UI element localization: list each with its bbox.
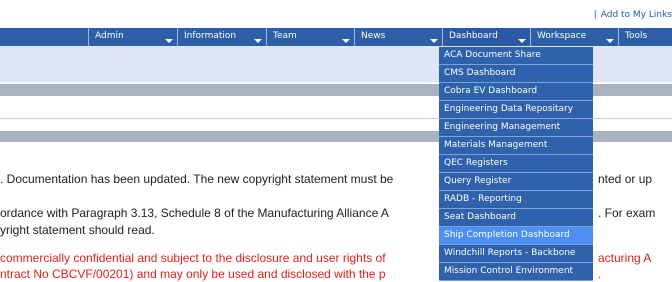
- menu-item-query-register[interactable]: Query Register: [439, 173, 593, 191]
- menu-item-ship-completion-dashboard[interactable]: Ship Completion Dashboard: [439, 227, 593, 245]
- main-nav-bar: Admin Information Team News Dashboard Wo…: [0, 28, 672, 46]
- nav-menu-news-label: News: [361, 31, 386, 41]
- nav-menu-admin[interactable]: Admin: [88, 28, 177, 46]
- chevron-down-icon: [254, 39, 262, 43]
- confidential-line-2-continued: .: [598, 267, 602, 281]
- nav-menu-tools[interactable]: Tools: [618, 28, 672, 46]
- confidential-line-2: ntract No CBCVF/00201) and may only be u…: [0, 267, 386, 281]
- menu-item-aca-document-share[interactable]: ACA Document Share: [439, 47, 593, 65]
- notice-line-2-continued: . For exam: [598, 206, 656, 220]
- nav-menu-team[interactable]: Team: [266, 28, 354, 46]
- notice-line-3: yright statement should read.: [0, 223, 155, 237]
- nav-menu-tools-label: Tools: [625, 31, 648, 41]
- chevron-down-icon: [606, 39, 614, 43]
- dashboard-dropdown-menu: ACA Document Share CMS Dashboard Cobra E…: [439, 47, 593, 281]
- nav-menu-workspace[interactable]: Workspace: [530, 28, 618, 46]
- menu-item-materials-management[interactable]: Materials Management: [439, 137, 593, 155]
- menu-item-radb-reporting[interactable]: RADB - Reporting: [439, 191, 593, 209]
- menu-item-cobra-ev-dashboard[interactable]: Cobra EV Dashboard: [439, 83, 593, 101]
- menu-item-mission-control-environment[interactable]: Mission Control Environment: [439, 263, 593, 281]
- add-to-my-links-link[interactable]: Add to My Links: [601, 10, 672, 20]
- notice-line-2: ordance with Paragraph 3.13, Schedule 8 …: [0, 206, 389, 220]
- menu-item-engineering-data-repositary[interactable]: Engineering Data Repositary: [439, 101, 593, 119]
- top-links: | Add to My Links: [594, 10, 672, 20]
- nav-menu-team-label: Team: [273, 31, 297, 41]
- chevron-down-icon: [518, 39, 526, 43]
- menu-item-qec-registers[interactable]: QEC Registers: [439, 155, 593, 173]
- link-separator: |: [593, 10, 597, 20]
- menu-item-windchill-reports-backbone[interactable]: Windchill Reports - Backbone: [439, 245, 593, 263]
- confidential-line-1: commercially confidential and subject to…: [0, 251, 386, 265]
- notice-line-1-continued: nted or up: [598, 172, 653, 186]
- chevron-down-icon: [165, 39, 173, 43]
- chevron-down-icon: [430, 39, 438, 43]
- menu-item-seat-dashboard[interactable]: Seat Dashboard: [439, 209, 593, 227]
- nav-menu-information[interactable]: Information: [177, 28, 266, 46]
- chevron-down-icon: [342, 39, 350, 43]
- nav-menu-workspace-label: Workspace: [537, 31, 587, 41]
- nav-menu-news[interactable]: News: [354, 28, 442, 46]
- nav-menu-information-label: Information: [184, 31, 237, 41]
- menu-item-cms-dashboard[interactable]: CMS Dashboard: [439, 65, 593, 83]
- confidential-line-1-continued: acturing A: [598, 251, 652, 265]
- notice-line-1: . Documentation has been updated. The ne…: [0, 172, 394, 186]
- menu-item-engineering-management[interactable]: Engineering Management: [439, 119, 593, 137]
- nav-menu-dashboard-label: Dashboard: [449, 31, 498, 41]
- nav-menu-admin-label: Admin: [95, 31, 124, 41]
- nav-menu-dashboard[interactable]: Dashboard: [442, 28, 530, 46]
